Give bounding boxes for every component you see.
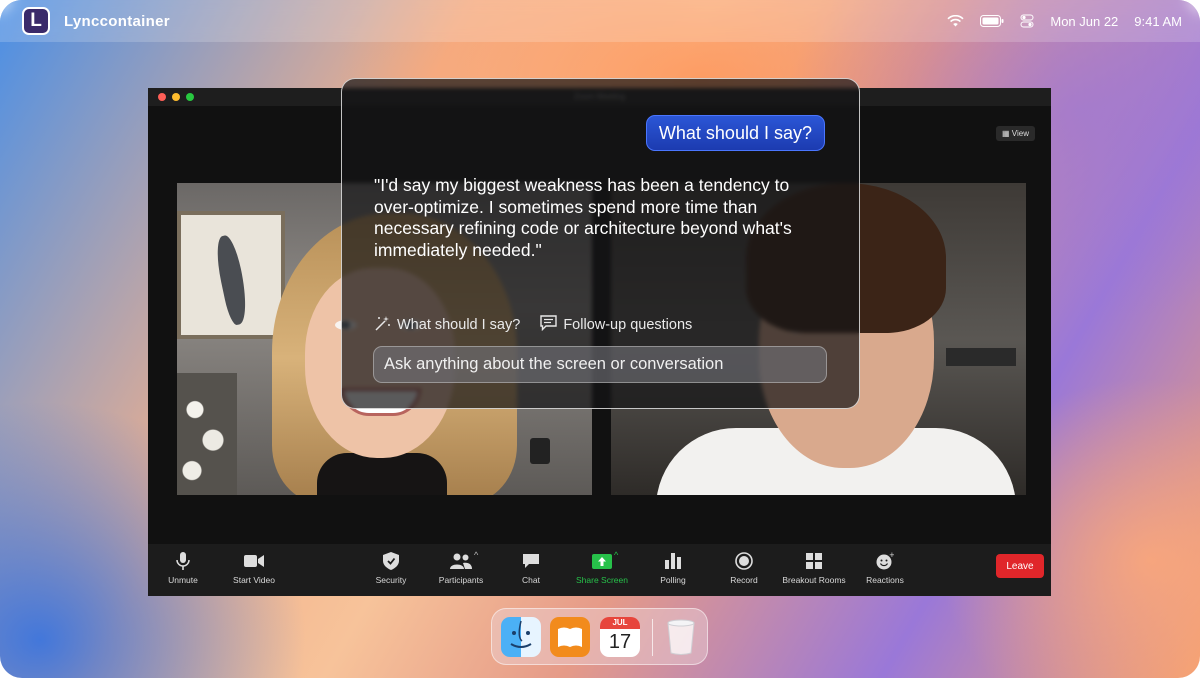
unmute-label: Unmute: [168, 575, 198, 585]
app-name[interactable]: Lynccontainer: [64, 13, 170, 30]
share-screen-button[interactable]: Share Screen: [567, 550, 637, 585]
assistant-overlay: What should I say? "I'd say my biggest w…: [341, 78, 860, 409]
record-button[interactable]: Record: [709, 550, 779, 585]
start-video-label: Start Video: [233, 575, 275, 585]
breakout-rooms-button[interactable]: Breakout Rooms: [779, 550, 849, 585]
meeting-toolbar: Unmute Start Video Security Participants: [148, 544, 1051, 596]
bar-chart-icon: [665, 550, 681, 572]
reactions-button[interactable]: + Reactions: [850, 550, 920, 585]
follow-up-questions-label: Follow-up questions: [563, 317, 693, 333]
assistant-answer: "I'd say my biggest weakness has been a …: [374, 175, 792, 260]
grid-icon: [806, 550, 822, 572]
light-switch: [530, 438, 550, 464]
participant-1-top: [317, 453, 447, 495]
security-button[interactable]: Security: [356, 550, 426, 585]
trash-icon[interactable]: [664, 617, 698, 657]
menu-bar-status: Mon Jun 22 9:41 AM: [947, 14, 1182, 29]
participants-label: Participants: [438, 575, 484, 585]
shield-icon: [383, 550, 399, 572]
suggestion-actions: What should I say? Follow-up questions: [375, 315, 692, 335]
finder-icon[interactable]: [501, 617, 541, 657]
calendar-icon[interactable]: JUL 17: [600, 617, 640, 657]
ask-input[interactable]: Ask anything about the screen or convers…: [373, 346, 827, 383]
calendar-day: 17: [608, 631, 632, 653]
desktop: L Lynccontainer Mon Jun 22 9:41 AM Zoom …: [0, 0, 1200, 678]
record-icon: [735, 550, 753, 572]
books-icon[interactable]: [550, 617, 590, 657]
magic-wand-icon: [375, 315, 391, 335]
calendar-month: JUL: [600, 617, 640, 629]
dock: JUL 17: [491, 608, 708, 665]
wifi-icon[interactable]: [947, 15, 964, 27]
wall-painting: [177, 211, 285, 339]
microphone-icon: [176, 550, 190, 572]
dock-separator: [652, 619, 653, 656]
polling-button[interactable]: Polling: [638, 550, 708, 585]
reactions-label: Reactions: [866, 575, 904, 585]
chat-button[interactable]: Chat: [496, 550, 566, 585]
control-center-icon[interactable]: [1020, 14, 1034, 28]
plant: [177, 373, 237, 495]
chat-list-icon: [540, 315, 558, 335]
participants-button[interactable]: Participants: [426, 550, 496, 585]
what-should-i-say-button[interactable]: What should I say?: [375, 315, 520, 335]
view-button[interactable]: ▦ View: [996, 126, 1035, 141]
security-label: Security: [375, 575, 407, 585]
what-should-i-say-label: What should I say?: [397, 317, 521, 333]
user-question-bubble: What should I say?: [645, 115, 825, 151]
participants-chevron-up-icon[interactable]: ^: [474, 550, 478, 560]
svg-text:+: +: [889, 552, 894, 559]
app-logo[interactable]: L: [22, 7, 50, 35]
menu-bar: L Lynccontainer Mon Jun 22 9:41 AM: [0, 0, 1200, 42]
view-grid-icon: ▦: [1002, 129, 1012, 138]
video-camera-icon: [244, 550, 264, 572]
chat-bubble-icon: [522, 550, 540, 572]
menu-bar-date[interactable]: Mon Jun 22: [1050, 14, 1118, 29]
record-label: Record: [730, 575, 758, 585]
follow-up-questions-button[interactable]: Follow-up questions: [540, 315, 692, 335]
unmute-button[interactable]: Unmute: [148, 550, 218, 585]
share-screen-label: Share Screen: [576, 575, 628, 585]
menu-bar-time[interactable]: 9:41 AM: [1134, 14, 1182, 29]
share-screen-chevron-up-icon[interactable]: ^: [614, 550, 618, 560]
polling-label: Polling: [660, 575, 686, 585]
share-arrow-icon: [592, 550, 612, 572]
smiley-icon: +: [876, 550, 894, 572]
breakout-rooms-label: Breakout Rooms: [782, 575, 846, 585]
view-label: View: [1011, 129, 1029, 138]
chat-label: Chat: [522, 575, 540, 585]
start-video-button[interactable]: Start Video: [219, 550, 289, 585]
leave-button[interactable]: Leave: [996, 554, 1044, 578]
people-icon: [450, 550, 472, 572]
wall-lamp: [946, 348, 1016, 366]
battery-icon[interactable]: [980, 15, 1004, 27]
